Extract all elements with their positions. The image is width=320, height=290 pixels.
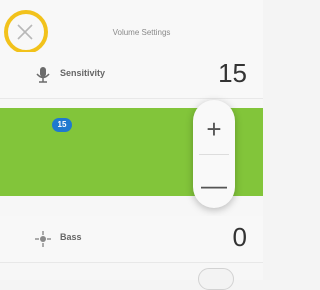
- stepper-divider: [199, 154, 229, 155]
- decrease-button[interactable]: —: [193, 170, 235, 201]
- bass-stepper-knob[interactable]: [198, 268, 234, 290]
- bass-value: 0: [232, 222, 247, 252]
- sensitivity-stepper: + —: [193, 100, 235, 208]
- bass-icon: [35, 231, 51, 247]
- microphone-icon: [36, 67, 50, 83]
- close-icon[interactable]: [14, 21, 36, 43]
- increase-button[interactable]: +: [193, 114, 235, 145]
- page-title: Volume Settings: [112, 28, 171, 37]
- volume-settings-panel: Volume Settings Sensitivity 15 15 + — Ba…: [0, 0, 263, 290]
- sensitivity-value: 15: [218, 58, 247, 88]
- slider-value-bubble: 15: [52, 118, 72, 132]
- bass-row: Bass 0: [0, 216, 263, 263]
- sensitivity-row: Sensitivity 15: [0, 52, 263, 99]
- header: Volume Settings: [0, 0, 263, 54]
- sensitivity-label: Sensitivity: [60, 68, 106, 78]
- bass-label: Bass: [60, 232, 82, 242]
